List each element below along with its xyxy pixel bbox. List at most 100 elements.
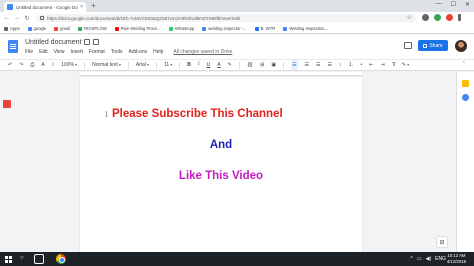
bookmark-item[interactable]: welding inspector -... xyxy=(202,26,247,31)
menu-view[interactable]: View xyxy=(54,49,65,55)
bookmark-favicon-icon xyxy=(78,26,83,31)
tasks-icon[interactable] xyxy=(462,94,469,101)
spellcheck-icon[interactable]: A xyxy=(41,60,44,70)
italic-button[interactable]: I xyxy=(198,60,200,70)
document-line-1[interactable]: Please Subscribe This Channel xyxy=(112,108,283,120)
bookmark-item[interactable]: google xyxy=(27,26,46,31)
paint-format-icon[interactable]: ⌇ xyxy=(52,60,54,70)
document-line-2[interactable]: And xyxy=(80,139,362,151)
move-folder-icon[interactable] xyxy=(93,39,99,45)
underline-button[interactable]: U xyxy=(207,60,211,70)
explore-icon[interactable]: ⊞ xyxy=(436,236,448,248)
task-view-icon[interactable] xyxy=(34,254,44,264)
forward-icon[interactable]: → xyxy=(14,15,20,21)
bold-button[interactable]: B xyxy=(187,60,191,70)
save-status[interactable]: All changes saved in Drive xyxy=(173,49,232,55)
url-input[interactable]: https://docs.google.com/document/d/1Eh-7… xyxy=(36,14,416,22)
keep-icon[interactable] xyxy=(462,80,469,87)
reload-icon[interactable]: ↻ xyxy=(24,15,30,22)
decrease-indent-icon[interactable]: ⇤ xyxy=(369,60,373,70)
bookmark-favicon-icon xyxy=(168,26,173,31)
new-tab-button[interactable]: + xyxy=(91,2,96,10)
align-left-icon[interactable]: ☰ xyxy=(291,60,298,70)
avatar[interactable] xyxy=(455,40,467,52)
share-button[interactable]: Share xyxy=(418,40,448,51)
search-icon[interactable]: ○ xyxy=(20,255,24,261)
tab-close-icon[interactable]: × xyxy=(80,4,83,10)
windows-start-icon[interactable] xyxy=(5,256,12,263)
ruler[interactable] xyxy=(80,72,362,76)
highlight-icon[interactable]: ✎ xyxy=(228,60,232,70)
tray-expand-icon[interactable]: ^ xyxy=(411,256,413,262)
maximize-button[interactable]: ☐ xyxy=(451,1,456,8)
menu-file[interactable]: File xyxy=(25,49,33,55)
editing-mode-icon[interactable]: ✎ xyxy=(402,60,409,70)
document-page[interactable]: I Please Subscribe This Channel And Like… xyxy=(80,77,362,252)
bookmark-item[interactable]: WhatsApp xyxy=(168,26,194,31)
language-indicator[interactable]: ENG xyxy=(435,256,446,262)
menu-format[interactable]: Format xyxy=(89,49,105,55)
font-size-select[interactable]: 11 xyxy=(164,60,172,70)
star-icon[interactable] xyxy=(84,39,90,45)
print-icon[interactable]: ⎙ xyxy=(30,60,34,70)
document-line-3[interactable]: Like This Video xyxy=(80,170,362,182)
back-icon[interactable]: ← xyxy=(4,15,10,21)
close-window-button[interactable]: ✕ xyxy=(465,1,470,8)
style-select[interactable]: Normal text xyxy=(92,60,121,70)
browser-menu-icon[interactable] xyxy=(458,14,461,21)
lock-icon xyxy=(423,43,428,48)
bulleted-list-icon[interactable]: • xyxy=(361,60,363,70)
recording-stop-icon[interactable] xyxy=(3,100,11,108)
bookmark-item[interactable]: Pipe Welding Proce... xyxy=(114,26,161,31)
font-select[interactable]: Arial xyxy=(136,60,149,70)
menu-addons[interactable]: Add-ons xyxy=(128,49,147,55)
numbered-list-icon[interactable]: ⒈ xyxy=(349,60,354,70)
browser-tab[interactable]: Untitled document - Google Do × xyxy=(4,2,86,12)
comments-icon[interactable] xyxy=(404,42,412,49)
volume-icon[interactable]: ◀) xyxy=(426,256,432,262)
collapse-menu-icon[interactable]: ⌃ xyxy=(462,61,466,67)
title-actions xyxy=(84,39,99,45)
align-center-icon[interactable]: ☰ xyxy=(305,60,309,70)
increase-indent-icon[interactable]: ⇥ xyxy=(380,60,384,70)
minimize-button[interactable]: — xyxy=(436,1,442,8)
bookmark-item[interactable]: Apps xyxy=(4,26,20,31)
bookmark-favicon-icon xyxy=(4,26,8,31)
extension-icon[interactable] xyxy=(422,14,429,21)
redo-icon[interactable]: ↷ xyxy=(19,60,23,70)
line-spacing-icon[interactable]: ↕ xyxy=(339,60,342,70)
url-text: https://docs.google.com/document/d/1Eh-7… xyxy=(47,15,241,21)
text-color-button[interactable]: A xyxy=(217,60,220,70)
bookmark-item[interactable]: gmail xyxy=(54,26,70,31)
menu-tools[interactable]: Tools xyxy=(111,49,123,55)
bookmark-item[interactable]: B. WTR xyxy=(254,26,275,31)
bookmarks-bar: Apps google gmail RIGSPLOW Pipe Welding Proc… xyxy=(0,24,474,34)
bookmark-item[interactable]: RIGSPLOW xyxy=(78,26,107,31)
clear-formatting-icon[interactable]: T̸ xyxy=(392,60,395,70)
undo-icon[interactable]: ↶ xyxy=(8,60,12,70)
align-right-icon[interactable]: ☰ xyxy=(316,60,320,70)
docs-logo-icon[interactable] xyxy=(8,40,18,53)
zoom-select[interactable]: 100% xyxy=(61,60,77,70)
menu-edit[interactable]: Edit xyxy=(39,49,48,55)
link-icon[interactable]: ⛓ xyxy=(247,60,253,70)
menu-insert[interactable]: Insert xyxy=(70,49,83,55)
extension-icon[interactable] xyxy=(446,14,453,21)
bookmark-label: Pipe Welding Proce... xyxy=(120,26,161,31)
text-cursor: I xyxy=(105,110,108,119)
clock[interactable]: 10:12 AM 4/12/2019 xyxy=(447,253,466,264)
lock-icon xyxy=(40,16,44,20)
document-title[interactable]: Untitled document xyxy=(25,39,81,46)
battery-icon[interactable]: ▭ xyxy=(417,256,422,262)
justify-icon[interactable]: ☰ xyxy=(328,60,332,70)
bookmark-item[interactable]: Welding Inspection... xyxy=(283,26,328,31)
extension-icon[interactable] xyxy=(434,14,441,21)
menu-help[interactable]: Help xyxy=(153,49,163,55)
chrome-icon[interactable] xyxy=(56,254,66,264)
window-controls: — ☐ ✕ xyxy=(436,1,470,8)
bookmark-favicon-icon xyxy=(254,26,259,31)
insert-image-icon[interactable]: ▣ xyxy=(271,60,276,70)
bookmark-star-icon[interactable]: ☆ xyxy=(407,14,412,22)
bookmark-label: Apps xyxy=(10,26,20,31)
add-comment-icon[interactable]: ⊞ xyxy=(260,60,264,70)
